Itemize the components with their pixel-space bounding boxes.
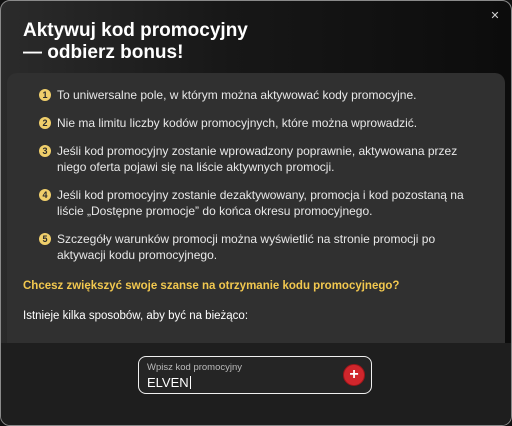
rule-text: Nie ma limitu liczby kodów promocyjnych,… (57, 116, 418, 130)
rule-text: To uniwersalne pole, w którym można akty… (57, 88, 417, 102)
number-badge-icon: 5 (39, 233, 51, 245)
promo-code-value: ELVEN (147, 375, 189, 390)
rule-item-1: 1 To uniwersalne pole, w którym można ak… (39, 87, 479, 103)
promo-input-footer: Wpisz kod promocyjny ELVEN + (1, 343, 511, 425)
rules-panel: 1 To uniwersalne pole, w którym można ak… (7, 73, 505, 343)
rule-item-5: 5 Szczegóły warunków promocji można wyśw… (39, 231, 479, 263)
number-badge-icon: 3 (39, 145, 51, 157)
cta-heading: Chcesz zwiększyć swoje szanse na otrzyma… (23, 280, 400, 292)
rule-text: Jeśli kod promocyjny zostanie dezaktywow… (57, 188, 464, 218)
title-line-2: — odbierz bonus! (23, 42, 184, 63)
modal-title: Aktywuj kod promocyjny — odbierz bonus! (23, 20, 248, 64)
promo-code-label: Wpisz kod promocyjny (147, 362, 243, 373)
number-badge-icon: 1 (39, 89, 51, 101)
promo-code-input[interactable]: ELVEN (147, 375, 191, 390)
rules-list: 1 To uniwersalne pole, w którym można ak… (39, 87, 479, 275)
title-line-1: Aktywuj kod promocyjny (23, 20, 248, 41)
add-code-button[interactable]: + (343, 364, 365, 386)
number-badge-icon: 2 (39, 117, 51, 129)
rule-text: Jeśli kod promocyjny zostanie wprowadzon… (57, 144, 458, 174)
text-caret (189, 376, 191, 389)
ways-text: Istnieje kilka sposobów, aby być na bież… (23, 310, 249, 322)
promo-code-field[interactable]: Wpisz kod promocyjny ELVEN + (138, 356, 372, 394)
promo-code-modal: Aktywuj kod promocyjny — odbierz bonus! … (0, 0, 512, 426)
rule-text: Szczegóły warunków promocji można wyświe… (57, 232, 436, 262)
rule-item-3: 3 Jeśli kod promocyjny zostanie wprowadz… (39, 143, 479, 175)
close-icon[interactable]: ✕ (489, 9, 501, 22)
rule-item-4: 4 Jeśli kod promocyjny zostanie dezaktyw… (39, 187, 479, 219)
rule-item-2: 2 Nie ma limitu liczby kodów promocyjnyc… (39, 115, 479, 131)
number-badge-icon: 4 (39, 189, 51, 201)
